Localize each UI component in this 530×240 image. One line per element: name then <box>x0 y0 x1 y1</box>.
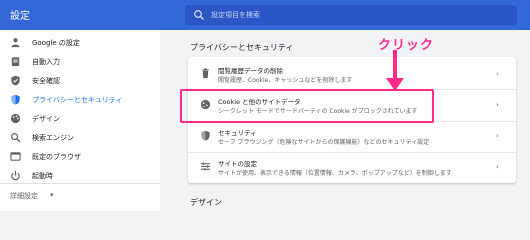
sidebar-item-label: プライバシーとセキュリティ <box>32 95 123 104</box>
advanced-settings-toggle[interactable]: 詳細設定 <box>10 191 38 201</box>
row-clear-browsing-data[interactable]: 閲覧履歴データの削除 閲覧履歴、Cookie、キャッシュなどを削除します › <box>188 59 516 89</box>
row-title: サイトの設定 <box>218 160 257 168</box>
sidebar-item-label: デザイン <box>32 114 60 123</box>
highlight-box <box>180 89 434 123</box>
search-input[interactable] <box>211 7 501 23</box>
shield-icon <box>11 94 20 105</box>
row-subtitle: セーフ ブラウジング（危険なサイトからの保護機能）などのセキュリティ設定 <box>218 139 430 146</box>
chevron-right-icon: › <box>496 163 499 171</box>
shield-check-icon <box>11 75 20 86</box>
chevron-right-icon: › <box>496 70 499 78</box>
sidebar-divider <box>0 183 160 184</box>
section-title-privacy: プライバシーとセキュリティ <box>190 43 294 52</box>
sliders-icon <box>200 162 211 171</box>
search-icon <box>194 10 204 20</box>
power-icon <box>11 170 20 181</box>
palette-icon <box>10 113 21 124</box>
sidebar-item-autofill[interactable]: 自動入力 <box>0 52 160 71</box>
sidebar-item-privacy-security[interactable]: プライバシーとセキュリティ <box>0 90 160 109</box>
search-box[interactable] <box>185 5 517 25</box>
page-title: 設定 <box>10 11 30 22</box>
row-subtitle: 閲覧履歴、Cookie、キャッシュなどを削除します <box>218 77 353 84</box>
sidebar-item-label: 自動入力 <box>32 57 60 66</box>
row-site-settings[interactable]: サイトの設定 サイトが使用、表示できる情報（位置情報、カメラ、ポップアップなど）… <box>188 152 516 182</box>
sidebar-item-safety-check[interactable]: 安全確認 <box>0 71 160 90</box>
browser-icon <box>10 152 21 161</box>
sidebar-item-label: 既定のブラウザ <box>32 152 81 161</box>
row-title: 閲覧履歴データの削除 <box>218 67 283 75</box>
clipboard-icon <box>11 57 20 67</box>
sidebar-item-label: Google の設定 <box>32 38 80 47</box>
row-title: セキュリティ <box>218 129 257 137</box>
chevron-down-icon: ▾ <box>50 191 54 199</box>
sidebar-item-default-browser[interactable]: 既定のブラウザ <box>0 147 160 166</box>
trash-icon <box>202 68 209 79</box>
chevron-right-icon: › <box>496 132 499 140</box>
sidebar-item-appearance[interactable]: デザイン <box>0 109 160 128</box>
sidebar: Google の設定 自動入力 安全確認 プライバシーとセキュリティ デザイン … <box>0 30 160 211</box>
chevron-right-icon: › <box>496 101 499 109</box>
search-icon <box>11 133 21 143</box>
person-icon <box>11 38 20 48</box>
row-security[interactable]: セキュリティ セーフ ブラウジング（危険なサイトからの保護機能）などのセキュリテ… <box>188 121 516 151</box>
sidebar-item-label: 安全確認 <box>32 76 60 85</box>
sidebar-item-google-settings[interactable]: Google の設定 <box>0 33 160 52</box>
security-shield-icon <box>201 130 210 141</box>
sidebar-item-search-engine[interactable]: 検索エンジン <box>0 128 160 147</box>
sidebar-item-label: 起動時 <box>32 171 53 180</box>
header-bar: 設定 <box>0 0 530 30</box>
arrow-down-icon <box>386 50 404 91</box>
section-title-appearance: デザイン <box>190 198 222 207</box>
sidebar-item-label: 検索エンジン <box>32 133 74 142</box>
row-subtitle: サイトが使用、表示できる情報（位置情報、カメラ、ポップアップなど）を制御します <box>218 170 452 177</box>
